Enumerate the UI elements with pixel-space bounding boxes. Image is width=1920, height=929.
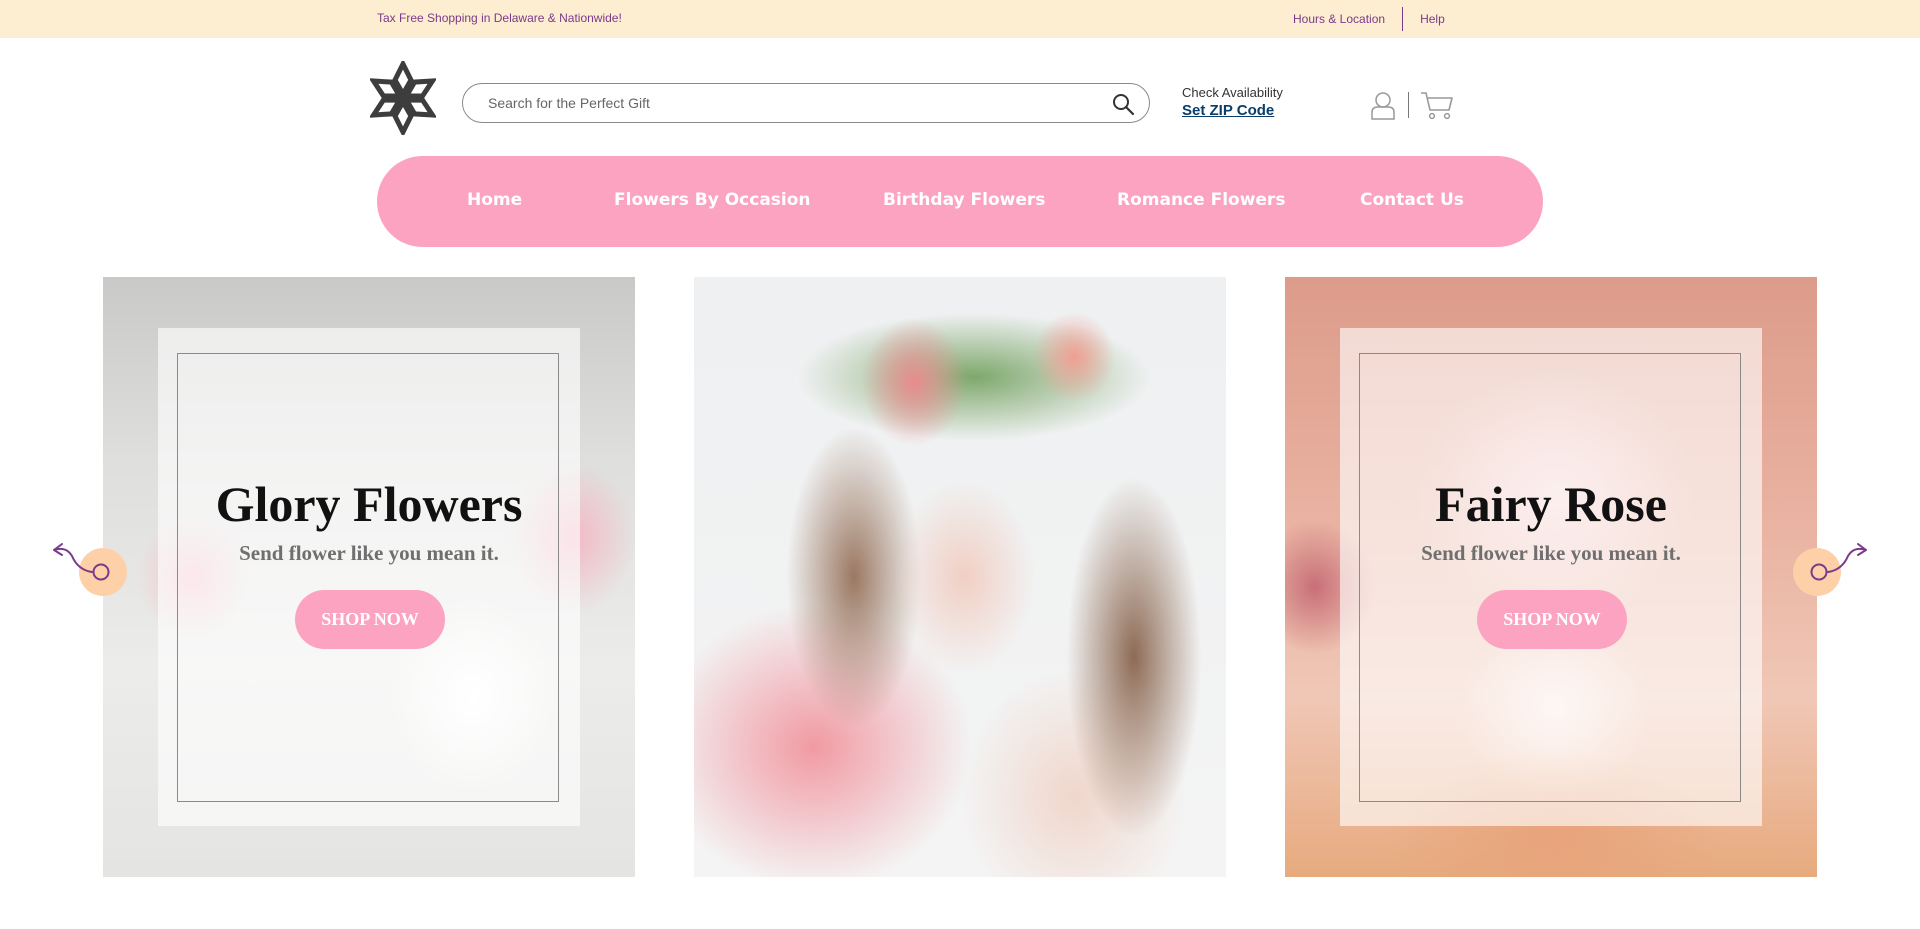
help-link[interactable]: Help <box>1420 12 1445 26</box>
slide-1-frame <box>177 353 559 802</box>
carousel-slide-3: Fairy Rose Send flower like you mean it.… <box>1285 277 1817 877</box>
arrow-right-icon[interactable] <box>1790 538 1870 608</box>
top-links: Hours & Location Help <box>1293 6 1445 32</box>
slide-3-card: Fairy Rose Send flower like you mean it.… <box>1340 328 1762 826</box>
nav-contact-us[interactable]: Contact Us <box>1360 190 1464 210</box>
zip-availability: Check Availability Set ZIP Code <box>1182 85 1283 119</box>
logo-icon[interactable] <box>370 61 436 135</box>
slide-1-card: Glory Flowers Send flower like you mean … <box>158 328 580 826</box>
nav-flowers-by-occasion[interactable]: Flowers By Occasion <box>614 190 811 210</box>
check-availability-label: Check Availability <box>1182 85 1283 100</box>
top-announcement-bar: Tax Free Shopping in Delaware & Nationwi… <box>0 0 1920 38</box>
set-zip-code-link[interactable]: Set ZIP Code <box>1182 102 1283 119</box>
slide-3-frame <box>1359 353 1741 802</box>
carousel-slide-2-image <box>694 277 1226 877</box>
slide-3-title: Fairy Rose <box>1435 476 1667 532</box>
cart-icon[interactable] <box>1420 90 1454 120</box>
nav-home[interactable]: Home <box>467 190 522 210</box>
main-nav: Home Flowers By Occasion Birthday Flower… <box>377 156 1543 247</box>
hours-location-link[interactable]: Hours & Location <box>1293 12 1385 26</box>
search-input[interactable] <box>486 94 1070 112</box>
top-links-divider <box>1402 7 1404 31</box>
user-icon[interactable] <box>1370 90 1396 120</box>
search-icon[interactable] <box>1111 92 1135 116</box>
slide-3-shop-now-button[interactable]: SHOP NOW <box>1477 590 1627 649</box>
carousel-slide-1: Glory Flowers Send flower like you mean … <box>103 277 635 877</box>
slide-3-tagline: Send flower like you mean it. <box>1421 541 1681 565</box>
header-icons-divider <box>1408 92 1409 118</box>
slide-1-tagline: Send flower like you mean it. <box>239 541 499 565</box>
search-bar <box>462 83 1150 123</box>
promo-text: Tax Free Shopping in Delaware & Nationwi… <box>377 11 622 25</box>
nav-romance-flowers[interactable]: Romance Flowers <box>1117 190 1285 210</box>
slide-1-shop-now-button[interactable]: SHOP NOW <box>295 590 445 649</box>
slide-1-title: Glory Flowers <box>215 476 523 532</box>
nav-birthday-flowers[interactable]: Birthday Flowers <box>883 190 1045 210</box>
arrow-left-icon[interactable] <box>50 538 130 608</box>
